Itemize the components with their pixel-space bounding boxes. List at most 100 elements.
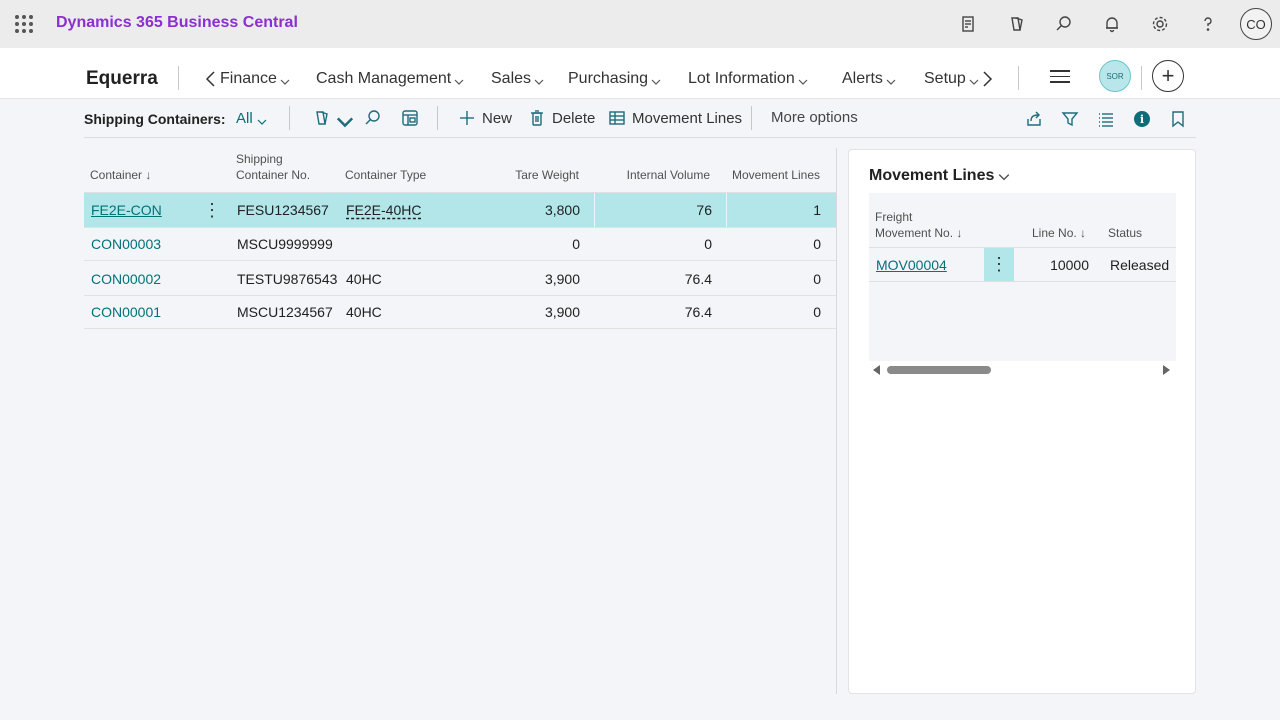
- copilot-icon[interactable]: [1004, 12, 1028, 36]
- nav-item-label: Purchasing: [568, 70, 649, 87]
- column-header-status[interactable]: Status: [1108, 225, 1142, 241]
- column-header-line-no[interactable]: Line No. ↓: [1032, 225, 1086, 241]
- nav-scroll-right-icon[interactable]: [980, 70, 994, 88]
- search-icon: [365, 110, 380, 125]
- nav-item-alerts[interactable]: Alerts: [842, 70, 896, 88]
- movement-lines-icon: [609, 111, 625, 125]
- tare-weight: 0: [572, 236, 580, 252]
- column-header-internal-volume[interactable]: Internal Volume: [604, 167, 710, 183]
- factbox-title[interactable]: Movement Lines: [869, 167, 1010, 185]
- action-divider: [751, 106, 752, 130]
- nav-divider: [178, 66, 179, 90]
- nav-item-lot-information[interactable]: Lot Information: [688, 70, 808, 88]
- trash-icon: [531, 110, 543, 126]
- factbox-pane: Movement Lines Freight Movement No. ↓ Li…: [848, 149, 1196, 694]
- search-icon[interactable]: [1052, 12, 1076, 36]
- container-link[interactable]: CON00001: [91, 304, 161, 320]
- movement-lines-button[interactable]: Movement Lines: [608, 109, 742, 127]
- nav-item-purchasing[interactable]: Purchasing: [568, 70, 661, 88]
- container-link[interactable]: CON00003: [91, 236, 161, 252]
- nav-scroll-left-icon[interactable]: [204, 70, 218, 88]
- app-title[interactable]: Dynamics 365 Business Central: [56, 14, 298, 32]
- chevron-down-icon: [998, 170, 1010, 182]
- row-actions-icon[interactable]: ⋮: [984, 248, 1014, 281]
- movement-lines-count[interactable]: 0: [720, 236, 821, 252]
- column-header-container[interactable]: Container ↓: [90, 167, 151, 183]
- column-header-freight-movement-no[interactable]: Freight Movement No. ↓: [875, 209, 962, 241]
- tare-weight: 3,800: [544, 202, 580, 218]
- more-options-label: More options: [771, 109, 858, 126]
- movement-lines-count[interactable]: 0: [720, 304, 821, 320]
- column-header-shipping-container-no[interactable]: Shipping Container No.: [236, 151, 310, 183]
- action-divider: [437, 106, 438, 130]
- new-label: New: [482, 109, 513, 127]
- shipping-containers-list: Container ↓ Shipping Container No. Conta…: [84, 148, 836, 329]
- view-filter-dropdown[interactable]: All: [236, 110, 267, 127]
- more-options-button[interactable]: More options: [771, 109, 858, 126]
- shipping-container-no: TESTU9876543: [237, 271, 338, 287]
- container-type: 40HC: [346, 304, 382, 320]
- movement-no-link[interactable]: MOV00004: [876, 257, 947, 273]
- tare-weight: 3,900: [544, 304, 580, 320]
- app-launcher-icon[interactable]: [15, 15, 33, 33]
- column-header-movement-lines[interactable]: Movement Lines: [720, 167, 820, 183]
- chevron-down-icon: [257, 114, 267, 125]
- cell-divider: [594, 193, 595, 227]
- factbox-title-label: Movement Lines: [869, 167, 995, 184]
- table-row[interactable]: MOV00004 ⋮ 10000 Released: [869, 248, 1176, 282]
- search-list-button[interactable]: [364, 109, 382, 127]
- chevron-down-icon: [798, 74, 808, 85]
- column-header-tare-weight[interactable]: Tare Weight: [484, 167, 579, 183]
- chevron-down-icon: [280, 74, 290, 85]
- delete-button[interactable]: Delete: [528, 109, 595, 127]
- copilot-action-button[interactable]: [312, 109, 354, 128]
- gear-icon[interactable]: [1148, 12, 1172, 36]
- nav-item-sales[interactable]: Sales: [491, 70, 544, 88]
- app-bar: Dynamics 365 Business Central CO: [0, 0, 1280, 48]
- table-row[interactable]: CON00001 MSCU1234567 40HC 3,900 76.4 0: [84, 296, 836, 329]
- internal-volume: 76.4: [684, 304, 712, 320]
- horizontal-scrollbar[interactable]: [869, 362, 1176, 378]
- pane-splitter[interactable]: [836, 148, 837, 694]
- bookmark-icon[interactable]: [1168, 109, 1188, 129]
- scroll-right-icon[interactable]: [1163, 365, 1170, 375]
- nav-item-label: Sales: [491, 70, 532, 87]
- menu-icon[interactable]: [1050, 70, 1070, 86]
- company-name[interactable]: Equerra: [86, 68, 158, 90]
- list-view-icon[interactable]: [1096, 109, 1116, 129]
- container-link[interactable]: FE2E-CON: [91, 202, 162, 218]
- report-icon[interactable]: [956, 12, 980, 36]
- nav-item-cash-management[interactable]: Cash Management: [316, 70, 464, 88]
- nav-item-setup[interactable]: Setup: [924, 70, 979, 88]
- user-avatar[interactable]: CO: [1240, 8, 1272, 40]
- movement-lines-count[interactable]: 0: [720, 271, 821, 287]
- analysis-mode-button[interactable]: [401, 109, 419, 127]
- container-type[interactable]: FE2E-40HC: [346, 202, 421, 218]
- delete-label: Delete: [552, 109, 596, 127]
- chevron-down-icon: [969, 74, 979, 85]
- table-row[interactable]: FE2E-CON ⋮ FESU1234567 FE2E-40HC 3,800 7…: [84, 193, 836, 228]
- analysis-icon: [402, 110, 418, 126]
- nav-item-label: Lot Information: [688, 70, 795, 87]
- role-badge[interactable]: SOR: [1099, 60, 1131, 92]
- row-actions-icon[interactable]: ⋮: [194, 193, 230, 227]
- share-icon[interactable]: [1024, 109, 1044, 129]
- bell-icon[interactable]: [1100, 12, 1124, 36]
- filter-icon[interactable]: [1060, 109, 1080, 129]
- nav-item-finance[interactable]: Finance: [220, 70, 290, 88]
- chevron-down-icon: [454, 74, 464, 85]
- line-no: 10000: [1050, 257, 1089, 273]
- add-icon[interactable]: +: [1152, 60, 1184, 92]
- column-header-container-type[interactable]: Container Type: [345, 167, 426, 183]
- container-link[interactable]: CON00002: [91, 271, 161, 287]
- new-button[interactable]: New: [458, 109, 512, 127]
- table-row[interactable]: CON00002 TESTU9876543 40HC 3,900 76.4 0: [84, 261, 836, 296]
- help-icon[interactable]: [1196, 12, 1220, 36]
- scroll-left-icon[interactable]: [873, 365, 880, 375]
- scrollbar-thumb[interactable]: [887, 366, 991, 374]
- table-row[interactable]: CON00003 MSCU9999999 0 0 0: [84, 228, 836, 261]
- info-pane-icon[interactable]: i: [1132, 109, 1152, 129]
- page-caption: Shipping Containers:: [84, 111, 226, 127]
- movement-lines-count[interactable]: 1: [720, 202, 821, 218]
- action-divider: [289, 106, 290, 130]
